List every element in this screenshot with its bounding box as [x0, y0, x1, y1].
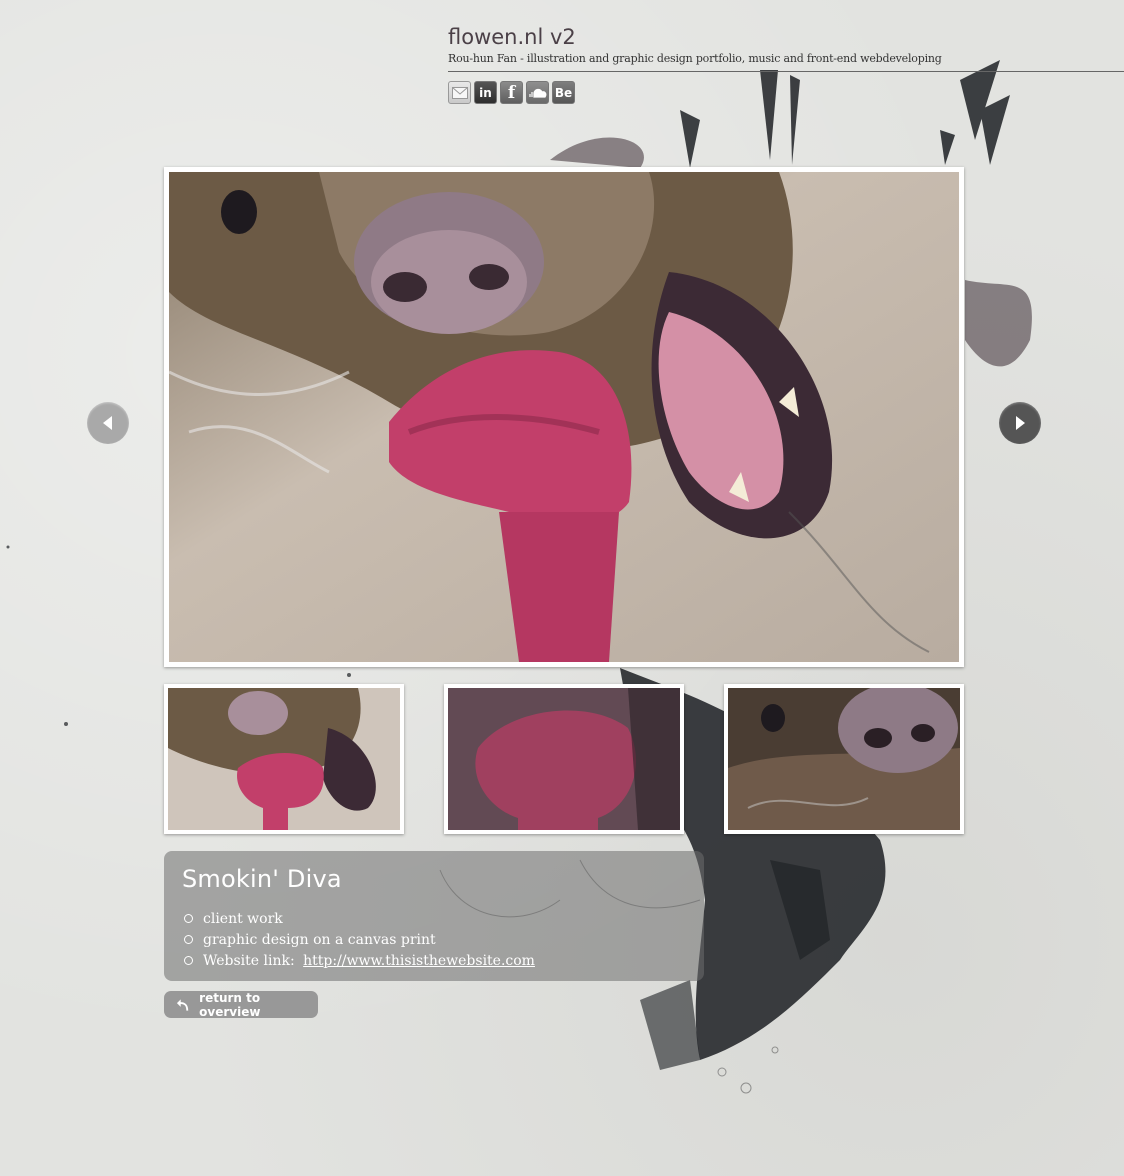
thumbnail-image — [448, 688, 680, 830]
main-gallery-image[interactable] — [164, 167, 964, 667]
linkedin-icon[interactable]: in — [474, 81, 497, 104]
bullet-icon — [184, 935, 193, 944]
site-header: flowen.nl v2 Rou-hun Fan - illustration … — [448, 24, 1124, 104]
thumbnail-1[interactable] — [164, 684, 404, 834]
social-links: in f Be — [448, 81, 1124, 104]
site-title[interactable]: flowen.nl v2 — [448, 24, 1124, 50]
website-link[interactable]: http://www.thisisthewebsite.com — [303, 953, 535, 969]
mail-icon[interactable] — [448, 81, 471, 104]
chevron-left-icon — [103, 416, 112, 430]
previous-arrow-button[interactable] — [87, 402, 129, 444]
bullet-icon — [184, 956, 193, 965]
chevron-right-icon — [1016, 416, 1025, 430]
list-item: Website link: http://www.thisisthewebsit… — [184, 950, 535, 971]
thumbnail-image — [728, 688, 960, 830]
thumbnail-image — [168, 688, 400, 830]
bullet-icon — [184, 914, 193, 923]
list-item: graphic design on a canvas print — [184, 929, 535, 950]
list-item: client work — [184, 908, 535, 929]
artwork-image — [169, 172, 959, 662]
project-info-panel: Smokin' Diva client work graphic design … — [164, 851, 704, 981]
project-title: Smokin' Diva — [182, 865, 342, 893]
thumbnail-2[interactable] — [444, 684, 684, 834]
project-details-list: client work graphic design on a canvas p… — [184, 908, 535, 971]
behance-icon[interactable]: Be — [552, 81, 575, 104]
thumbnail-3[interactable] — [724, 684, 964, 834]
site-tagline: Rou-hun Fan - illustration and graphic d… — [448, 52, 1124, 72]
return-to-overview-button[interactable]: return to overview — [164, 990, 318, 1019]
return-arrow-icon — [176, 998, 189, 1011]
return-button-label: return to overview — [199, 990, 261, 1019]
soundcloud-icon[interactable] — [526, 81, 549, 104]
facebook-icon[interactable]: f — [500, 81, 523, 104]
next-arrow-button[interactable] — [999, 402, 1041, 444]
